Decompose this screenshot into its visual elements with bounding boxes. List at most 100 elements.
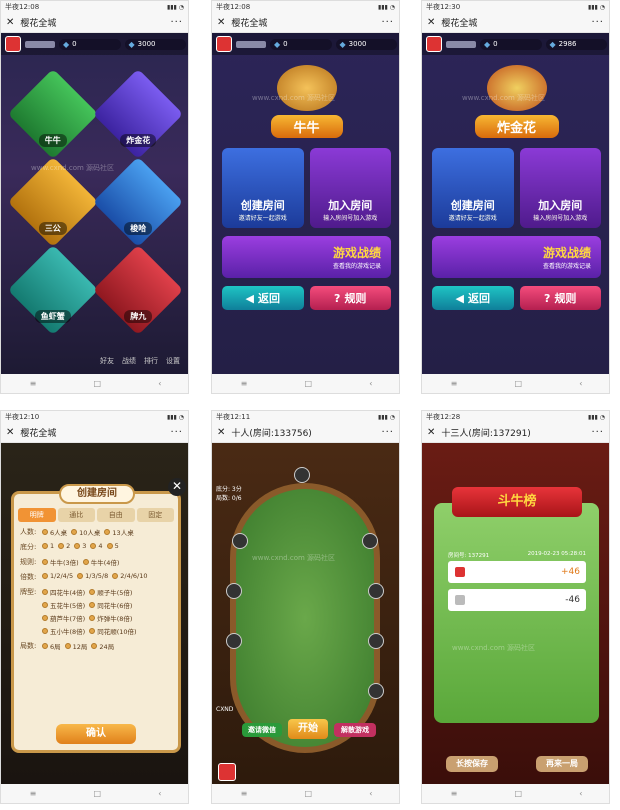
player-seat[interactable] xyxy=(368,583,384,599)
create-room-button[interactable]: 创建房间 邀请好友一起游戏 xyxy=(222,148,304,228)
menu-icon[interactable]: ≡ xyxy=(30,789,37,798)
tab-mingpai[interactable]: 明牌 xyxy=(18,508,56,522)
home-icon[interactable]: □ xyxy=(304,379,312,388)
back-icon[interactable]: ‹ xyxy=(158,379,161,388)
game-tile[interactable]: 炸金花 xyxy=(92,65,184,160)
tab-guding[interactable]: 固定 xyxy=(136,508,174,522)
more-icon[interactable]: ··· xyxy=(170,17,183,28)
create-room-button[interactable]: 创建房间 邀请好友一起游戏 xyxy=(432,148,514,228)
menu-icon[interactable]: ≡ xyxy=(241,379,248,388)
tab-tongbi[interactable]: 通比 xyxy=(57,508,95,522)
game-record-button[interactable]: 游戏战绩 查看我的游戏记录 xyxy=(222,236,391,278)
avatar[interactable] xyxy=(216,36,232,52)
player-seat[interactable] xyxy=(368,683,384,699)
radio-icon xyxy=(42,589,48,595)
invite-wechat-button[interactable]: 邀请微信 xyxy=(242,723,282,737)
back-icon[interactable]: ‹ xyxy=(369,789,372,798)
game-record-button[interactable]: 游戏战绩 查看我的游戏记录 xyxy=(432,236,601,278)
option-radio[interactable]: 3 xyxy=(74,542,86,550)
option-radio[interactable]: 2 xyxy=(58,542,70,550)
option-radio[interactable]: 五小牛(8倍) xyxy=(42,626,85,636)
option-radio[interactable]: 炸弹牛(8倍) xyxy=(89,613,132,623)
player-seat[interactable] xyxy=(232,533,248,549)
menu-icon[interactable]: ≡ xyxy=(451,379,458,388)
option-radio[interactable]: 12局 xyxy=(64,641,87,651)
option-radio[interactable]: 4 xyxy=(90,542,103,550)
option-radio[interactable]: 6局 xyxy=(42,641,61,651)
home-icon[interactable]: □ xyxy=(514,789,522,798)
option-radio[interactable]: 2/4/6/10 xyxy=(112,572,148,580)
option-radio[interactable]: 1/2/4/5 xyxy=(42,572,73,580)
option-radio[interactable]: 同花顺(10倍) xyxy=(89,626,137,636)
back-button[interactable]: ◀ 返回 xyxy=(222,286,304,310)
dialog-close-button[interactable]: ✕ xyxy=(168,478,186,496)
avatar[interactable] xyxy=(426,36,442,52)
join-room-button[interactable]: 加入房间 输入房间号加入游戏 xyxy=(519,148,601,228)
close-icon[interactable]: ✕ xyxy=(6,427,14,438)
join-room-button[interactable]: 加入房间 输入房间号加入游戏 xyxy=(309,148,391,228)
home-icon[interactable]: □ xyxy=(93,789,101,798)
dismiss-game-button[interactable]: 解散游戏 xyxy=(334,723,376,737)
option-radio[interactable]: 顺子牛(5倍) xyxy=(89,587,132,597)
rules-button[interactable]: ? 规则 xyxy=(519,286,601,310)
option-radio[interactable]: 葫芦牛(7倍) xyxy=(42,613,85,623)
game-tile[interactable]: 牛牛 xyxy=(7,65,99,160)
save-button[interactable]: 长按保存 xyxy=(446,756,498,772)
player-seat[interactable] xyxy=(294,467,310,483)
option-radio[interactable]: 10人桌 xyxy=(71,527,100,537)
home-icon[interactable]: □ xyxy=(514,379,522,388)
self-avatar[interactable] xyxy=(218,763,236,781)
screenshot-grid: 半夜12:08 ▮▮▮ ◔ ✕ 樱花全城 ··· ◆ 0 ◆ 3000 牛牛 炸金花 三公… xyxy=(0,0,620,810)
home-icon[interactable]: □ xyxy=(93,379,101,388)
menu-icon[interactable]: ≡ xyxy=(451,789,458,798)
menu-icon[interactable]: ≡ xyxy=(30,379,37,388)
more-icon[interactable]: ··· xyxy=(381,17,394,28)
option-radio[interactable]: 1/3/5/8 xyxy=(77,572,108,580)
start-button[interactable]: 开始 xyxy=(288,719,328,739)
back-button[interactable]: ◀ 返回 xyxy=(432,286,514,310)
option-radio[interactable]: 24局 xyxy=(91,641,114,651)
option-radio[interactable]: 牛牛(4倍) xyxy=(82,557,119,567)
option-radio[interactable]: 五花牛(5倍) xyxy=(42,600,85,610)
avatar[interactable] xyxy=(5,36,21,52)
close-icon[interactable]: ✕ xyxy=(217,427,225,438)
status-time: 半夜12:08 xyxy=(5,3,40,11)
settings-button[interactable]: 设置 xyxy=(166,356,180,366)
game-tile[interactable]: 牌九 xyxy=(92,241,184,336)
player-seat[interactable] xyxy=(362,533,378,549)
more-icon[interactable]: ··· xyxy=(381,427,394,438)
option-radio[interactable]: 13人桌 xyxy=(104,527,134,537)
option-radio[interactable]: 6人桌 xyxy=(42,527,67,537)
option-radio[interactable]: 四花牛(4倍) xyxy=(42,587,85,597)
close-icon[interactable]: ✕ xyxy=(427,427,435,438)
close-icon[interactable]: ✕ xyxy=(427,17,435,28)
more-icon[interactable]: ··· xyxy=(591,17,604,28)
home-icon[interactable]: □ xyxy=(304,789,312,798)
status-bar: 半夜12:08 ▮▮▮ ◔ xyxy=(1,1,188,13)
play-again-button[interactable]: 再来一局 xyxy=(536,756,588,772)
back-icon[interactable]: ‹ xyxy=(579,789,582,798)
back-icon[interactable]: ‹ xyxy=(369,379,372,388)
close-icon[interactable]: ✕ xyxy=(217,17,225,28)
records-button[interactable]: 战绩 xyxy=(122,356,136,366)
radio-icon xyxy=(42,643,48,649)
ranking-button[interactable]: 排行 xyxy=(144,356,158,366)
game-tile[interactable]: 鱼虾蟹 xyxy=(7,241,99,336)
back-icon[interactable]: ‹ xyxy=(579,379,582,388)
option-radio[interactable]: 5 xyxy=(106,542,119,550)
option-radio[interactable]: 牛牛(3倍) xyxy=(42,557,79,567)
tab-ziyou[interactable]: 自由 xyxy=(97,508,135,522)
player-seat[interactable] xyxy=(226,583,242,599)
menu-icon[interactable]: ≡ xyxy=(241,789,248,798)
player-seat[interactable] xyxy=(226,633,242,649)
option-radio[interactable]: 1 xyxy=(42,542,54,550)
friends-button[interactable]: 好友 xyxy=(100,356,114,366)
rules-button[interactable]: ? 规则 xyxy=(309,286,391,310)
more-icon[interactable]: ··· xyxy=(591,427,604,438)
confirm-button[interactable]: 确认 xyxy=(56,724,136,744)
close-icon[interactable]: ✕ xyxy=(6,17,14,28)
option-radio[interactable]: 同花牛(6倍) xyxy=(89,600,132,610)
back-icon[interactable]: ‹ xyxy=(158,789,161,798)
more-icon[interactable]: ··· xyxy=(170,427,183,438)
player-seat[interactable] xyxy=(368,633,384,649)
